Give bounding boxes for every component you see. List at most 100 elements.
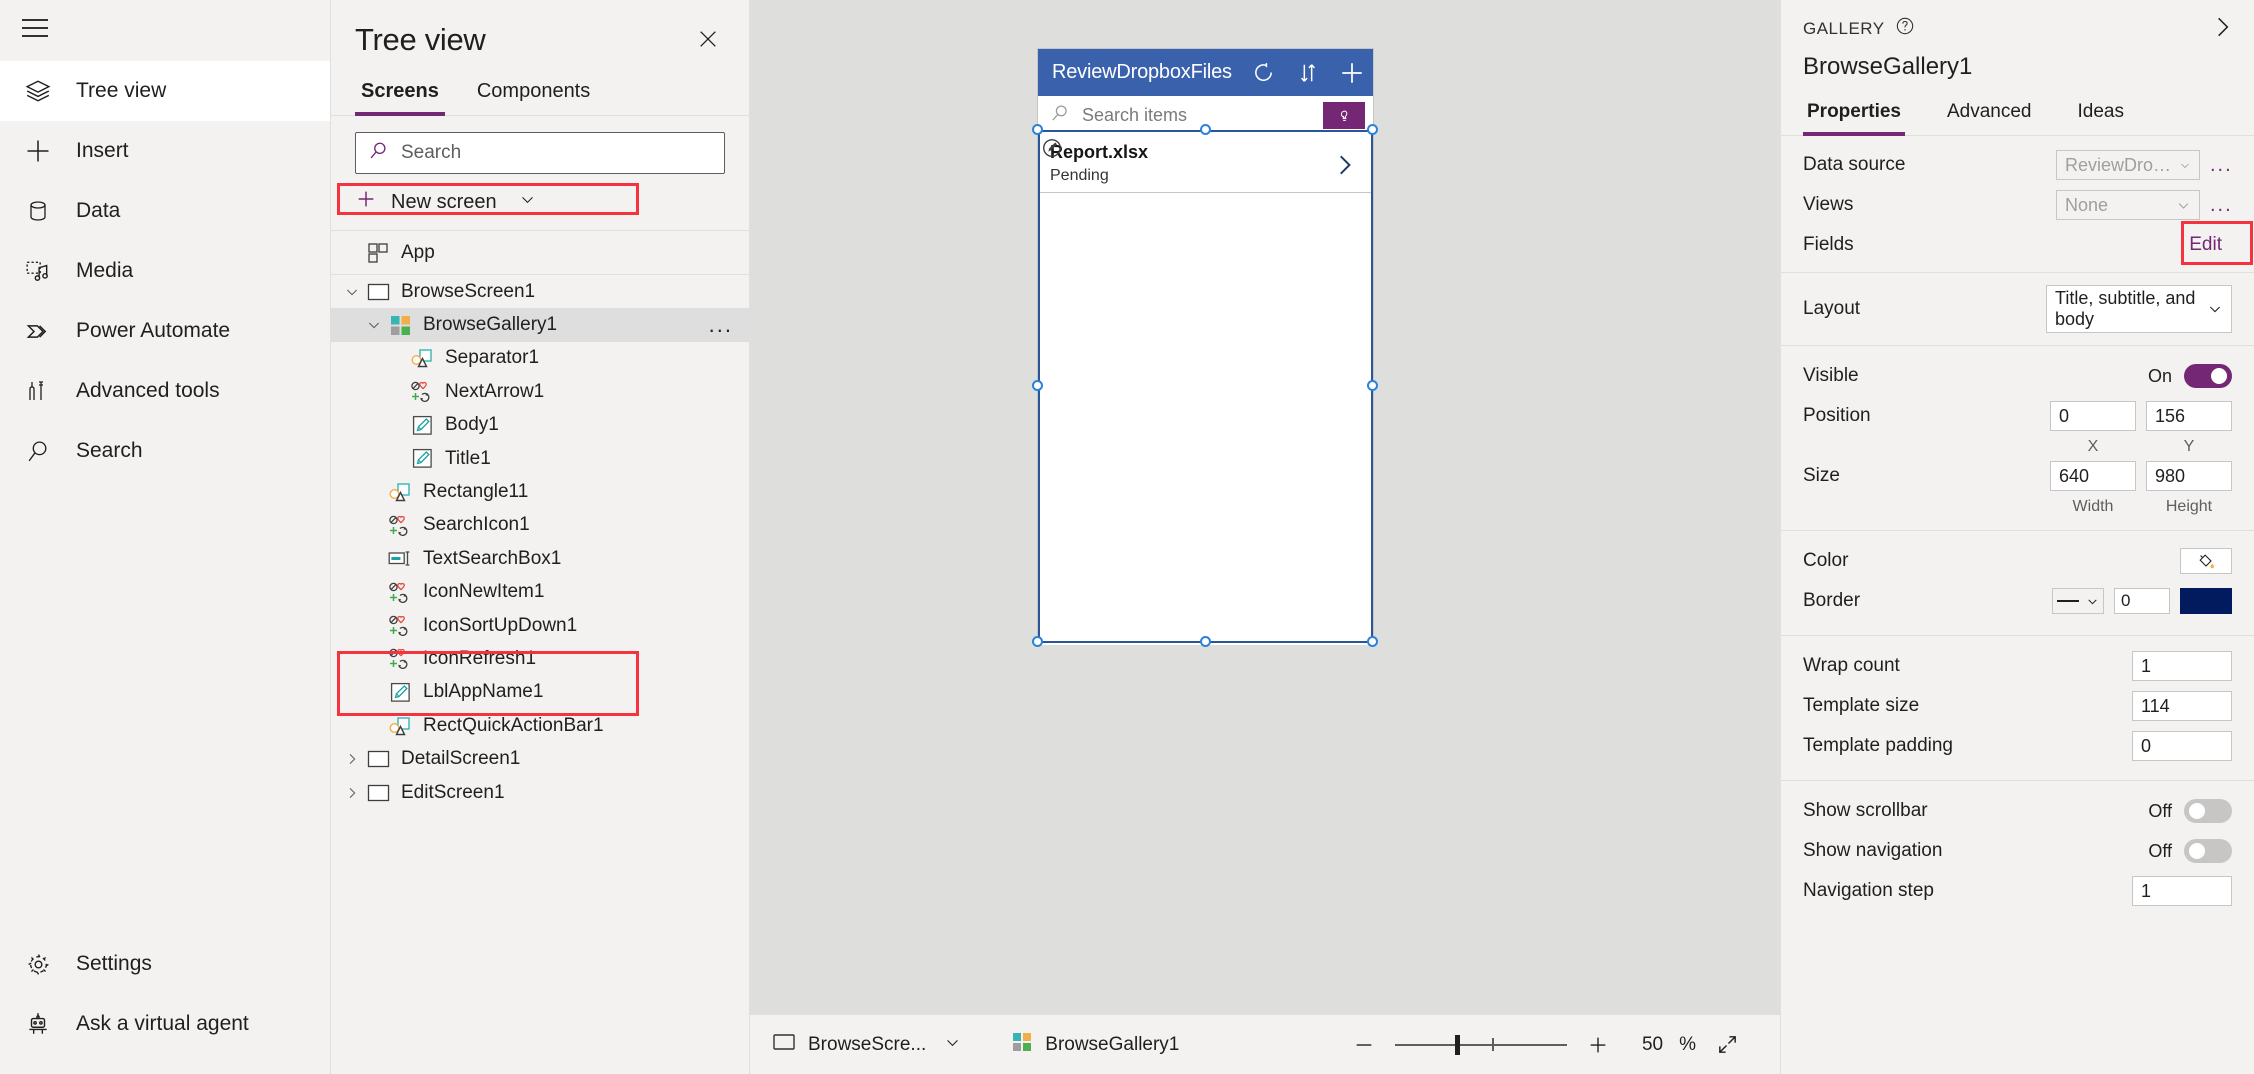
plus-icon[interactable] xyxy=(1330,51,1374,95)
template-size-input[interactable]: 114 xyxy=(2132,691,2232,721)
paint-bucket-icon[interactable] xyxy=(2180,548,2232,574)
tree-item-searchicon1[interactable]: SearchIcon1 xyxy=(331,509,749,542)
views-dropdown[interactable]: None xyxy=(2056,190,2200,220)
tree-item-editscreen1[interactable]: EditScreen1 xyxy=(331,776,749,809)
sidebar-item-media[interactable]: Media xyxy=(0,241,330,301)
template-padding-input[interactable]: 0 xyxy=(2132,731,2232,761)
lightbulb-icon[interactable] xyxy=(1323,102,1365,129)
tab-screens[interactable]: Screens xyxy=(355,76,445,115)
slider-thumb[interactable] xyxy=(1455,1035,1460,1055)
tab-properties[interactable]: Properties xyxy=(1803,97,1905,135)
tree-header: Tree view xyxy=(331,0,749,58)
tree-item-nextarrow1[interactable]: NextArrow1 xyxy=(331,375,749,408)
tab-components[interactable]: Components xyxy=(471,76,596,115)
search-input[interactable] xyxy=(401,142,712,164)
sidebar-item-insert[interactable]: Insert xyxy=(0,121,330,181)
close-icon[interactable] xyxy=(691,22,725,56)
sidebar-item-search[interactable]: Search xyxy=(0,421,330,481)
views-menu-icon[interactable]: ... xyxy=(2210,194,2232,217)
fields-edit-button[interactable]: Edit xyxy=(2179,229,2232,261)
border-color-swatch[interactable] xyxy=(2180,588,2232,614)
sidebar-item-power-automate[interactable]: Power Automate xyxy=(0,301,330,361)
resize-handle-br[interactable] xyxy=(1367,636,1378,647)
tree-item-detailscreen1[interactable]: DetailScreen1 xyxy=(331,742,749,775)
sidebar-label: Power Automate xyxy=(76,319,230,343)
resize-handle-tl[interactable] xyxy=(1032,124,1043,135)
sidebar-item-tree-view[interactable]: Tree view xyxy=(0,61,330,121)
screen-selector[interactable]: BrowseScre... xyxy=(772,1032,961,1057)
size-height-input[interactable]: 980 xyxy=(2146,461,2232,491)
help-circle-icon[interactable] xyxy=(1895,16,1915,41)
row-position: Position 0 156 xyxy=(1781,396,2254,436)
row-fields: Fields Edit xyxy=(1781,228,2254,262)
hamburger-icon[interactable] xyxy=(22,17,52,39)
tree-item-iconnewitem1[interactable]: IconNewItem1 xyxy=(331,576,749,609)
resize-handle-mr[interactable] xyxy=(1367,380,1378,391)
resize-handle-tr[interactable] xyxy=(1367,124,1378,135)
wrap-count-input[interactable]: 1 xyxy=(2132,651,2232,681)
sidebar-item-ask-virtual-agent[interactable]: Ask a virtual agent xyxy=(0,994,330,1054)
visible-toggle[interactable] xyxy=(2184,364,2232,388)
control-icon xyxy=(387,514,413,536)
tree-item-lblappname1[interactable]: LblAppName1 xyxy=(331,676,749,709)
chevron-right-icon[interactable] xyxy=(339,751,365,767)
fit-screen-icon[interactable] xyxy=(1712,1030,1742,1060)
show-scrollbar-toggle[interactable] xyxy=(2184,799,2232,823)
screen-selector-label: BrowseScre... xyxy=(808,1034,926,1056)
search-box[interactable] xyxy=(355,132,725,174)
chevron-down-icon[interactable] xyxy=(944,1034,961,1056)
tree-item-title1[interactable]: Title1 xyxy=(331,442,749,475)
chevron-down-icon[interactable] xyxy=(361,317,387,333)
resize-handle-bm[interactable] xyxy=(1200,636,1211,647)
tree-item-separator1[interactable]: Separator1 xyxy=(331,342,749,375)
plus-icon[interactable] xyxy=(1583,1030,1613,1060)
position-x-input[interactable]: 0 xyxy=(2050,401,2136,431)
size-width-input[interactable]: 640 xyxy=(2050,461,2136,491)
tab-ideas[interactable]: Ideas xyxy=(2074,97,2128,135)
resize-handle-ml[interactable] xyxy=(1032,380,1043,391)
row-color: Color xyxy=(1781,541,2254,581)
sidebar-item-data[interactable]: Data xyxy=(0,181,330,241)
tab-advanced[interactable]: Advanced xyxy=(1943,97,2036,135)
chevron-right-icon[interactable] xyxy=(1331,152,1357,183)
sort-icon[interactable] xyxy=(1286,51,1330,95)
tree-item-rectangle11[interactable]: Rectangle11 xyxy=(331,475,749,508)
sidebar-item-settings[interactable]: Settings xyxy=(0,934,330,994)
chevron-down-icon[interactable] xyxy=(339,284,365,300)
refresh-icon[interactable] xyxy=(1242,51,1286,95)
tree-item-browsegallery1[interactable]: BrowseGallery1... xyxy=(331,308,749,341)
data-source-dropdown[interactable]: ReviewDropbox... xyxy=(2056,150,2200,180)
chevron-right-icon[interactable] xyxy=(339,785,365,801)
tree-item-browsescreen1[interactable]: BrowseScreen1 xyxy=(331,275,749,308)
show-navigation-toggle[interactable] xyxy=(2184,839,2232,863)
tree-item-menu-icon[interactable]: ... xyxy=(709,312,739,338)
chevron-down-icon[interactable] xyxy=(519,191,536,214)
search-input-placeholder[interactable]: Search items xyxy=(1082,105,1311,126)
tree-item-iconsortupdown1[interactable]: IconSortUpDown1 xyxy=(331,609,749,642)
resize-handle-bl[interactable] xyxy=(1032,636,1043,647)
zoom-slider[interactable] xyxy=(1395,1035,1567,1055)
tree-item-app[interactable]: App xyxy=(331,231,749,275)
minus-icon[interactable] xyxy=(1349,1030,1379,1060)
tree-item-label: Title1 xyxy=(445,448,491,470)
show-scrollbar-state: Off xyxy=(2148,801,2172,822)
expand-panel-icon[interactable] xyxy=(2210,14,2236,45)
resize-handle-tm[interactable] xyxy=(1200,124,1211,135)
navigation-step-input[interactable]: 1 xyxy=(2132,876,2232,906)
border-width-input[interactable]: 0 xyxy=(2114,588,2170,614)
gallery-list-item[interactable]: Report.xlsx Pending xyxy=(1038,134,1373,193)
new-screen-button[interactable]: New screen xyxy=(331,174,749,231)
tree-item-iconrefresh1[interactable]: IconRefresh1 xyxy=(331,642,749,675)
tree-item-textsearchbox1[interactable]: TextSearchBox1 xyxy=(331,542,749,575)
shape-icon xyxy=(387,715,413,737)
position-y-input[interactable]: 156 xyxy=(2146,401,2232,431)
data-source-label: Data source xyxy=(1803,154,2046,176)
tree-item-body1[interactable]: Body1 xyxy=(331,409,749,442)
database-icon xyxy=(22,195,54,227)
border-style-dropdown[interactable] xyxy=(2052,588,2104,614)
control-selector[interactable]: BrowseGallery1 xyxy=(1011,1031,1179,1058)
data-source-menu-icon[interactable]: ... xyxy=(2210,154,2232,177)
tree-item-rectquickactionbar1[interactable]: RectQuickActionBar1 xyxy=(331,709,749,742)
sidebar-item-advanced-tools[interactable]: Advanced tools xyxy=(0,361,330,421)
layout-dropdown[interactable]: Title, subtitle, and body xyxy=(2046,285,2232,333)
